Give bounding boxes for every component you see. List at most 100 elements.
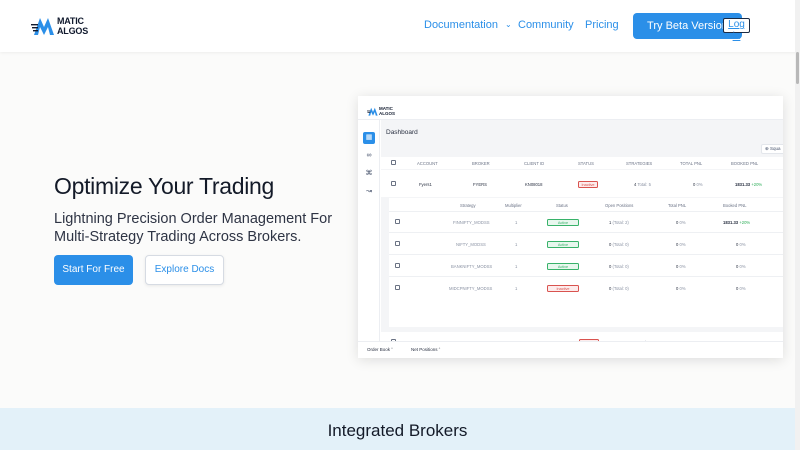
tab-order-book[interactable]: Order Book ˆ: [367, 347, 393, 352]
column-header: STRATEGIES: [626, 161, 653, 166]
booked-pnl: 0 0%: [736, 286, 746, 291]
tab-net-positions-label: Net Positions: [411, 347, 438, 352]
top-nav: MATIC ALGOS Documentation ⌄ Community Pri…: [0, 0, 800, 52]
dashboard-header: MATIC ALGOS: [358, 96, 783, 120]
row-checkbox[interactable]: [395, 285, 400, 290]
divider: [389, 232, 783, 233]
booked-pnl-pct: 0%: [739, 286, 746, 291]
login-button[interactable]: Log in: [723, 18, 750, 42]
booked-pnl-pct: 0%: [739, 264, 746, 269]
account-table-header: ACCOUNT BROKER CLIENT ID STATUS STRATEGI…: [381, 157, 783, 169]
divider: [389, 254, 783, 255]
logo[interactable]: MATIC ALGOS: [31, 15, 95, 37]
total-pnl: 0 0%: [676, 242, 686, 247]
strategy-multiplier: 1: [515, 264, 518, 269]
booked-pnl-value: 1831.33: [735, 182, 751, 187]
chevron-down-icon: ⌄: [505, 20, 512, 29]
open-positions-count: 1: [609, 220, 612, 225]
column-header: TOTAL PNL: [680, 161, 703, 166]
section-title: Integrated Brokers: [327, 421, 468, 440]
scrollbar-thumb[interactable]: [796, 52, 799, 84]
strategy-column-header: Multiplier: [505, 203, 522, 208]
grid-icon[interactable]: ▦: [363, 132, 375, 144]
nav-documentation[interactable]: Documentation ⌄: [424, 19, 512, 31]
square-button[interactable]: ⊕ Squa: [761, 144, 783, 154]
open-positions-total: (Total: 0): [612, 286, 629, 291]
divider: [389, 276, 783, 277]
column-header: BROKER: [472, 161, 490, 166]
row-checkbox[interactable]: [395, 219, 400, 224]
total-pnl: 0 0%: [693, 182, 703, 187]
status-badge: Inactive: [578, 181, 598, 188]
total-pnl-pct: 0%: [679, 220, 686, 225]
column-header: STATUS: [578, 161, 594, 166]
total-pnl: 0 0%: [676, 286, 686, 291]
dashboard-logo: MATIC ALGOS: [367, 106, 401, 117]
select-all-checkbox[interactable]: [391, 160, 396, 165]
booked-pnl-pct: +20%: [739, 220, 751, 225]
status-badge: Active: [547, 241, 579, 248]
row-checkbox[interactable]: [395, 263, 400, 268]
booked-pnl: 1831.33 +20%: [735, 182, 762, 187]
open-positions: 1 (Total: 2): [609, 220, 629, 225]
chart-icon[interactable]: ↝: [363, 186, 375, 198]
total-pnl-value: 0: [693, 182, 696, 187]
total-pnl-value: 0: [676, 286, 679, 291]
nav-community[interactable]: Community: [518, 19, 574, 31]
search-icon: ⊕: [765, 146, 769, 151]
row-checkbox[interactable]: [395, 241, 400, 246]
row-checkbox[interactable]: [391, 181, 396, 186]
total-pnl-value: 0: [676, 242, 679, 247]
strategy-name: NIFTY_MODSS: [456, 242, 486, 247]
strategy-multiplier: 1: [515, 242, 518, 247]
link-icon[interactable]: ∞: [363, 150, 375, 162]
booked-pnl: 0 0%: [736, 242, 746, 247]
total-pnl: 0 0%: [676, 264, 686, 269]
start-for-free-button[interactable]: Start For Free: [54, 255, 133, 285]
booked-pnl-value: 0: [736, 242, 739, 247]
status-badge: Inactive: [547, 285, 579, 292]
strategy-column-header: Total PNL: [668, 203, 687, 208]
strategy-column-header: Status: [556, 203, 568, 208]
column-header: BOOKED PNL: [731, 161, 759, 166]
booked-pnl-value: 1831.33: [723, 220, 739, 225]
tab-order-book-label: Order Book: [367, 347, 391, 352]
booked-pnl-value: 0: [736, 264, 739, 269]
broker-name: FYERS: [473, 182, 487, 187]
divider: [389, 211, 783, 212]
total-pnl-value: 0: [676, 264, 679, 269]
strategy-name: FINNIFTY_MODSS: [453, 220, 490, 225]
dashboard-main: Dashboard ⊕ Squa ACCOUNT BROKER CLIENT I…: [381, 120, 783, 358]
nav-pricing[interactable]: Pricing: [585, 19, 619, 31]
command-icon[interactable]: ⌘: [363, 168, 375, 180]
square-button-label: Squa: [770, 146, 781, 151]
total-pnl-value: 0: [676, 220, 679, 225]
open-positions-count: 0: [609, 286, 612, 291]
open-positions: 0 (Total: 0): [609, 242, 629, 247]
booked-pnl: 0 0%: [736, 264, 746, 269]
hero-subtitle: Lightning Precision Order Management For…: [54, 211, 333, 245]
strategy-multiplier: 1: [515, 220, 518, 225]
chevron-up-icon: ˆ: [391, 347, 393, 352]
open-positions: 0 (Total: 0): [609, 286, 629, 291]
dashboard-logo-text: MATIC ALGOS: [379, 106, 395, 116]
status-badge: Active: [547, 219, 579, 226]
booked-pnl: 1831.33 +20%: [723, 220, 750, 225]
total-pnl-pct: 0%: [679, 264, 686, 269]
account-name: Fyers1: [419, 182, 432, 187]
strategy-table: Strategy Multiplier Status Open Position…: [389, 198, 783, 327]
logo-line1: MATIC: [57, 16, 84, 26]
total-pnl: 0 0%: [676, 220, 686, 225]
tab-net-positions[interactable]: Net Positions ˆ: [411, 347, 440, 352]
dashboard-logo-line2: ALGOS: [379, 111, 396, 117]
explore-docs-button[interactable]: Explore Docs: [145, 255, 224, 285]
table-row[interactable]: Fyers1 FYERS KN08018 Inactive 4 Total: 5…: [381, 170, 783, 197]
logo-text: MATIC ALGOS: [57, 16, 88, 36]
open-positions-count: 0: [609, 264, 612, 269]
open-positions-total: (Total: 2): [612, 220, 629, 225]
strategies-count: 4 Total: 5: [634, 182, 651, 187]
logo-mark-icon: [31, 18, 54, 35]
total-pnl-pct: 0%: [696, 182, 703, 187]
logo-mark-icon: [367, 107, 378, 116]
open-positions-count: 0: [609, 242, 612, 247]
